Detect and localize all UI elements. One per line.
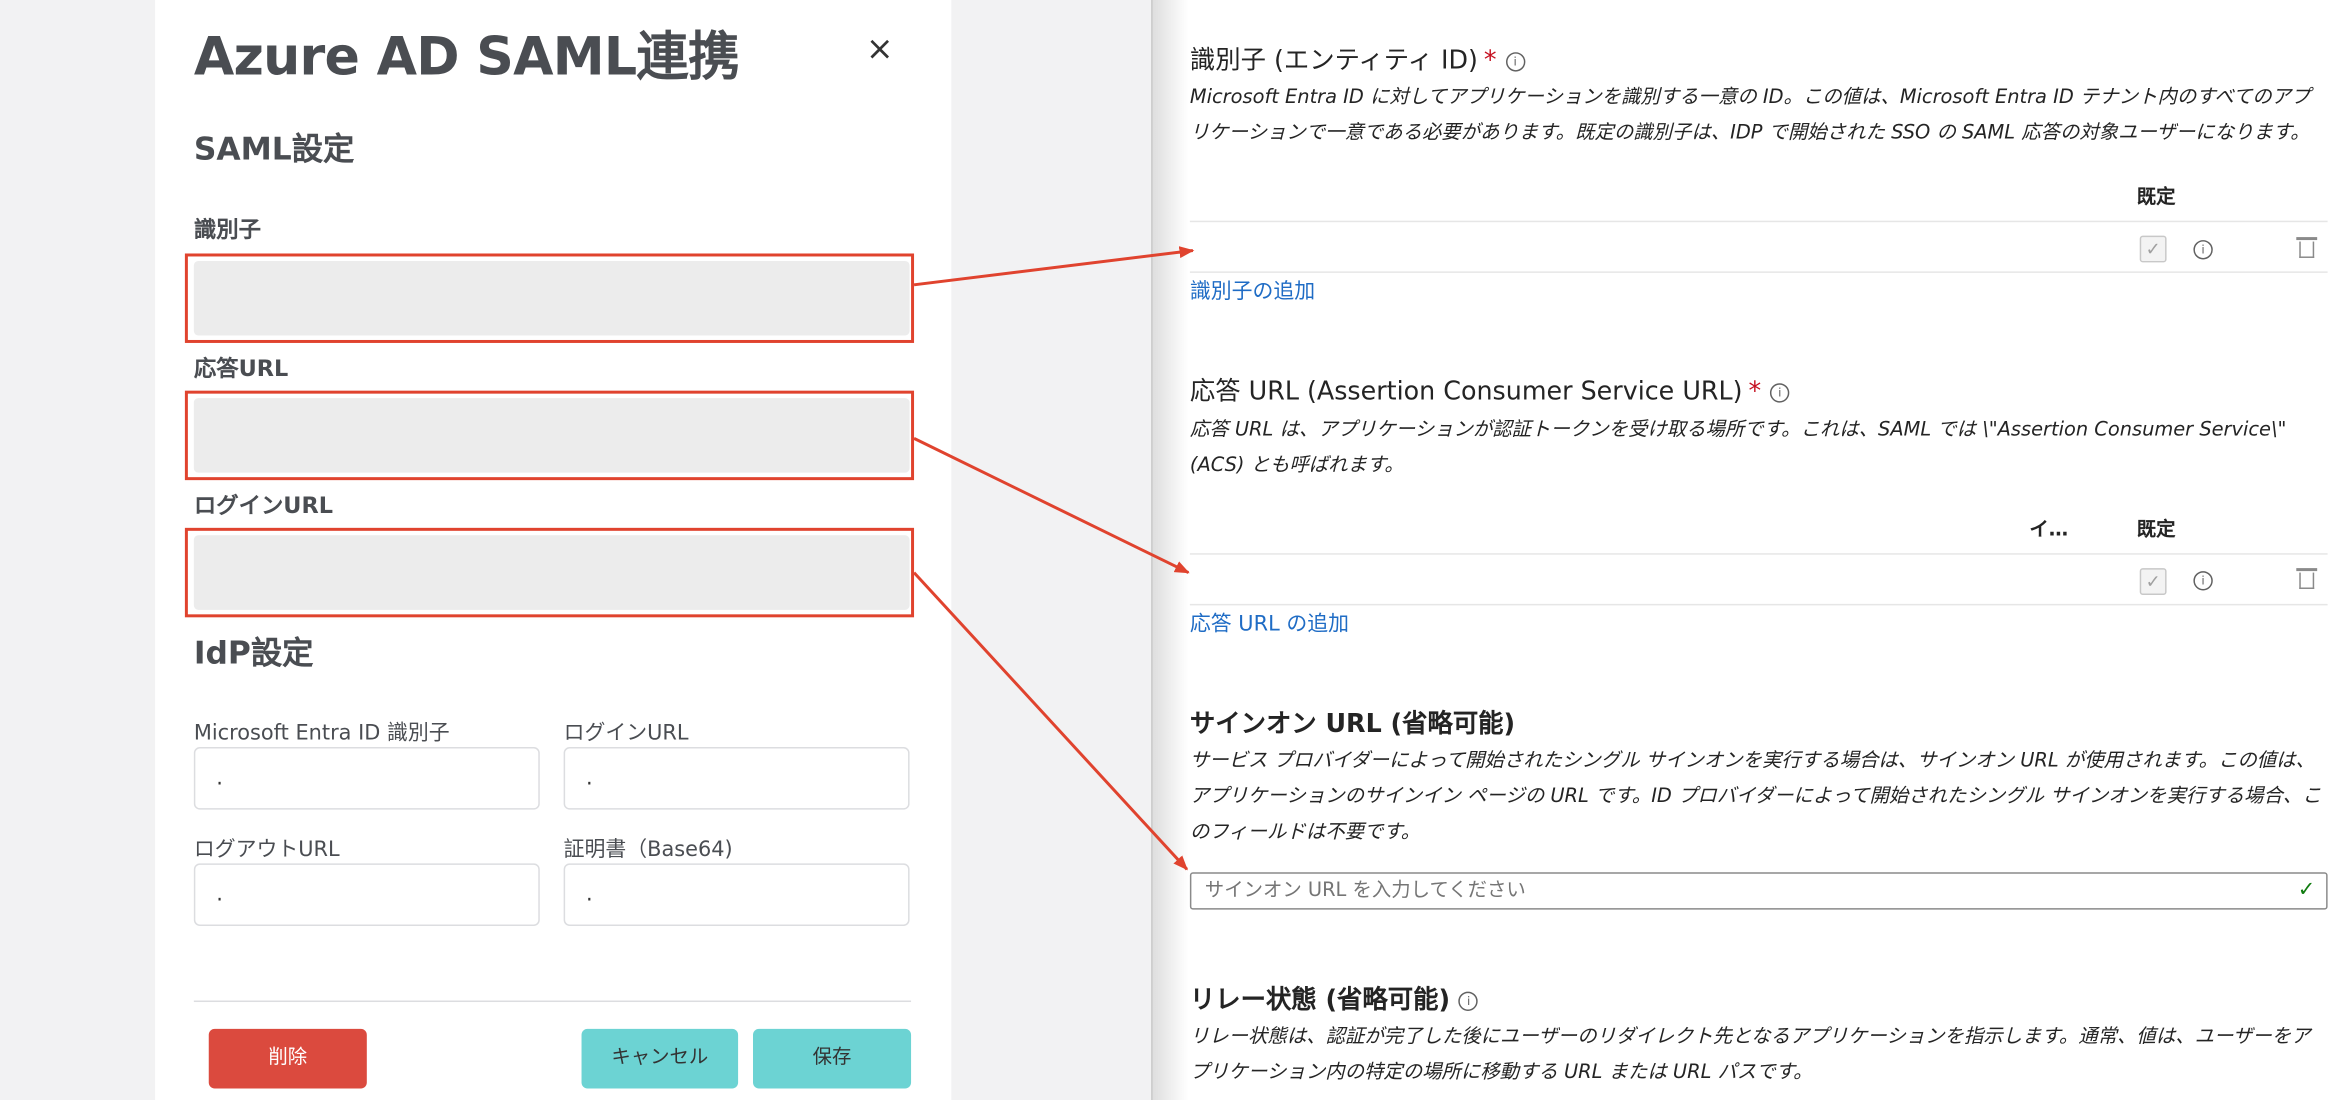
reply-url-highlight-box bbox=[184, 390, 915, 481]
info-icon[interactable]: i bbox=[1458, 990, 1479, 1011]
delete-button[interactable]: 削除 bbox=[208, 1028, 367, 1089]
identifier-default-column: 既定 bbox=[2136, 186, 2176, 209]
relay-state-heading-text: リレー状態 (省略可能) bbox=[1189, 985, 1451, 1016]
sign-on-url-description: サービス プロバイダーによって開始されたシングル サインオンを実行する場合は、サ… bbox=[1189, 750, 2322, 844]
modal-title: Azure AD SAML連携 bbox=[193, 28, 740, 88]
reply-url-label: 応答URL bbox=[193, 354, 289, 382]
identifier-description: Microsoft Entra ID に対してアプリケーションを識別する一意の … bbox=[1189, 86, 2311, 145]
cancel-button[interactable]: キャンセル bbox=[581, 1028, 739, 1089]
identifier-heading: 識別子 (エンティティ ID) * i bbox=[1190, 39, 1525, 76]
login-url-highlight-box bbox=[184, 527, 915, 618]
relay-state-description: リレー状態は、認証が完了した後にユーザーのリダイレクト先となるアプリケーションを… bbox=[1189, 1025, 2311, 1085]
check-icon: ✓ bbox=[2297, 878, 2316, 903]
logout-url-input[interactable]: . bbox=[193, 863, 540, 926]
reply-url-description: 応答 URL は、アプリケーションが認証トークンを受け取る場所です。これは、SA… bbox=[1189, 418, 2287, 478]
default-checkbox[interactable]: ✓ bbox=[2139, 568, 2167, 595]
add-reply-url-link[interactable]: 応答 URL の追加 bbox=[1190, 608, 1349, 638]
entra-id-label: Microsoft Entra ID 識別子 bbox=[193, 721, 450, 746]
idp-login-url-label: ログインURL bbox=[563, 721, 689, 746]
azure-saml-panel: 識別子 (エンティティ ID) * i Microsoft Entra ID に対し… bbox=[1151, 0, 2338, 1100]
close-icon[interactable]: × bbox=[859, 30, 901, 72]
reply-url-heading: 応答 URL (Assertion Consumer Service URL) *… bbox=[1190, 370, 1790, 407]
sign-on-url-heading: サインオン URL (省略可能) bbox=[1189, 709, 1516, 740]
identifier-label: 識別子 bbox=[193, 216, 261, 244]
trash-icon[interactable] bbox=[2296, 568, 2318, 589]
logout-url-label: ログアウトURL bbox=[193, 837, 340, 862]
required-star: * bbox=[1483, 46, 1497, 77]
identifier-heading-text: 識別子 (エンティティ ID) bbox=[1189, 46, 1478, 77]
info-icon[interactable]: i bbox=[1505, 51, 1525, 71]
panel-shadow bbox=[1152, 0, 1189, 1100]
add-identifier-link[interactable]: 識別子の追加 bbox=[1190, 276, 1315, 306]
relay-state-heading: リレー状態 (省略可能) i bbox=[1189, 978, 1479, 1016]
save-button[interactable]: 保存 bbox=[753, 1028, 912, 1089]
login-url-label: ログインURL bbox=[193, 492, 333, 519]
row-divider bbox=[1189, 220, 2328, 223]
entra-id-input[interactable]: . bbox=[193, 747, 540, 810]
reply-url-index-column: イ… bbox=[2029, 518, 2069, 542]
default-checkbox[interactable]: ✓ bbox=[2139, 235, 2167, 263]
row-divider bbox=[1189, 271, 2328, 273]
screenshot-stage: Azure AD SAML連携 × SAML設定 識別子 応答URL ログインU… bbox=[0, 0, 2338, 1100]
certificate-input[interactable]: . bbox=[563, 863, 910, 926]
info-icon[interactable]: i bbox=[1770, 382, 1790, 402]
info-icon[interactable]: i bbox=[2193, 240, 2213, 260]
certificate-label: 証明書（Base64) bbox=[563, 837, 733, 862]
idp-settings-heading: IdP設定 bbox=[193, 635, 314, 671]
required-star: * bbox=[1748, 377, 1762, 408]
saml-settings-heading: SAML設定 bbox=[193, 131, 355, 168]
sign-on-url-input[interactable] bbox=[1189, 872, 2328, 910]
row-divider bbox=[1189, 553, 2328, 555]
trash-icon[interactable] bbox=[2296, 237, 2318, 258]
idp-login-url-input[interactable]: . bbox=[563, 747, 910, 810]
row-divider bbox=[1189, 603, 2328, 606]
info-icon[interactable]: i bbox=[2193, 571, 2213, 591]
footer-divider bbox=[193, 1000, 912, 1003]
reply-url-heading-text: 応答 URL (Assertion Consumer Service URL) bbox=[1189, 377, 1743, 408]
identifier-highlight-box bbox=[184, 253, 915, 343]
reply-url-default-column: 既定 bbox=[2136, 518, 2176, 542]
